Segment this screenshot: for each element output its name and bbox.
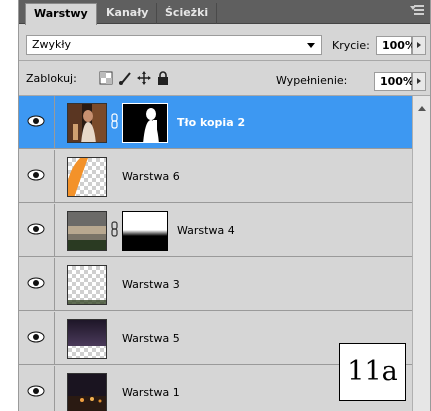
figure-label: 11a bbox=[339, 343, 406, 401]
panel-menu-icon[interactable] bbox=[410, 5, 424, 17]
layer-name: Warstwa 5 bbox=[122, 332, 180, 345]
eye-icon bbox=[27, 385, 45, 397]
layers-scrollbar[interactable] bbox=[412, 96, 430, 411]
chevron-down-icon bbox=[307, 43, 315, 48]
layer-name: Warstwa 4 bbox=[177, 224, 235, 237]
visibility-toggle[interactable] bbox=[19, 258, 55, 310]
layer-thumbnail bbox=[67, 157, 107, 197]
fill-label: Wypełnienie: bbox=[276, 74, 348, 87]
opacity-field[interactable]: 100% bbox=[376, 36, 416, 55]
opacity-label: Krycie: bbox=[332, 39, 370, 52]
eye-icon bbox=[27, 331, 45, 343]
layer-thumbnail bbox=[67, 211, 107, 251]
blend-mode-select[interactable]: Zwykły bbox=[26, 35, 322, 55]
lock-label: Zablokuj: bbox=[26, 72, 77, 85]
tab-layers[interactable]: Warstwy bbox=[25, 3, 97, 25]
layer-mask-thumbnail[interactable] bbox=[122, 103, 168, 143]
panel-tab-bar: Warstwy Kanały Ścieżki bbox=[19, 0, 430, 25]
layer-thumbnail bbox=[67, 103, 107, 143]
eye-icon bbox=[27, 115, 45, 127]
blend-row: Zwykły Krycie: 100% bbox=[19, 25, 430, 59]
layer-name: Warstwa 3 bbox=[122, 278, 180, 291]
layer-thumbnail bbox=[67, 373, 107, 411]
opacity-stepper[interactable] bbox=[412, 36, 426, 55]
layer-row-warstwa-4[interactable]: Warstwa 4 bbox=[19, 204, 412, 257]
layer-mask-thumbnail[interactable] bbox=[122, 211, 168, 251]
tab-paths[interactable]: Ścieżki bbox=[157, 3, 218, 24]
visibility-toggle[interactable] bbox=[19, 204, 55, 256]
fill-field[interactable]: 100% bbox=[374, 72, 414, 91]
visibility-toggle[interactable] bbox=[19, 366, 55, 411]
eye-icon bbox=[27, 277, 45, 289]
layer-thumbnail bbox=[67, 319, 107, 359]
lock-row: Zablokuj: Wypełnienie: 100% bbox=[19, 62, 430, 94]
blend-mode-value: Zwykły bbox=[32, 38, 72, 51]
lock-transparent-icon[interactable] bbox=[99, 71, 113, 85]
visibility-toggle[interactable] bbox=[19, 312, 55, 364]
lock-brush-icon[interactable] bbox=[118, 71, 132, 85]
chain-link-icon[interactable] bbox=[111, 113, 118, 129]
layer-row-warstwa-3[interactable]: Warstwa 3 bbox=[19, 258, 412, 311]
layer-name: Warstwa 6 bbox=[122, 170, 180, 183]
chain-link-icon[interactable] bbox=[111, 221, 118, 237]
tab-channels[interactable]: Kanały bbox=[98, 3, 158, 24]
eye-icon bbox=[27, 223, 45, 235]
layer-row-tlo-kopia-2[interactable]: Tło kopia 2 bbox=[19, 96, 412, 149]
lock-all-icon[interactable] bbox=[156, 71, 170, 85]
layer-name: Warstwa 1 bbox=[122, 386, 180, 399]
fill-stepper[interactable] bbox=[412, 72, 426, 91]
divider bbox=[19, 60, 430, 61]
layer-thumbnail bbox=[67, 265, 107, 305]
eye-icon bbox=[27, 169, 45, 181]
lock-move-icon[interactable] bbox=[137, 71, 151, 85]
visibility-toggle[interactable] bbox=[19, 150, 55, 202]
visibility-toggle[interactable] bbox=[19, 96, 55, 148]
layer-name: Tło kopia 2 bbox=[177, 116, 246, 129]
scroll-up-icon[interactable] bbox=[418, 106, 426, 111]
layer-row-warstwa-6[interactable]: Warstwa 6 bbox=[19, 150, 412, 203]
